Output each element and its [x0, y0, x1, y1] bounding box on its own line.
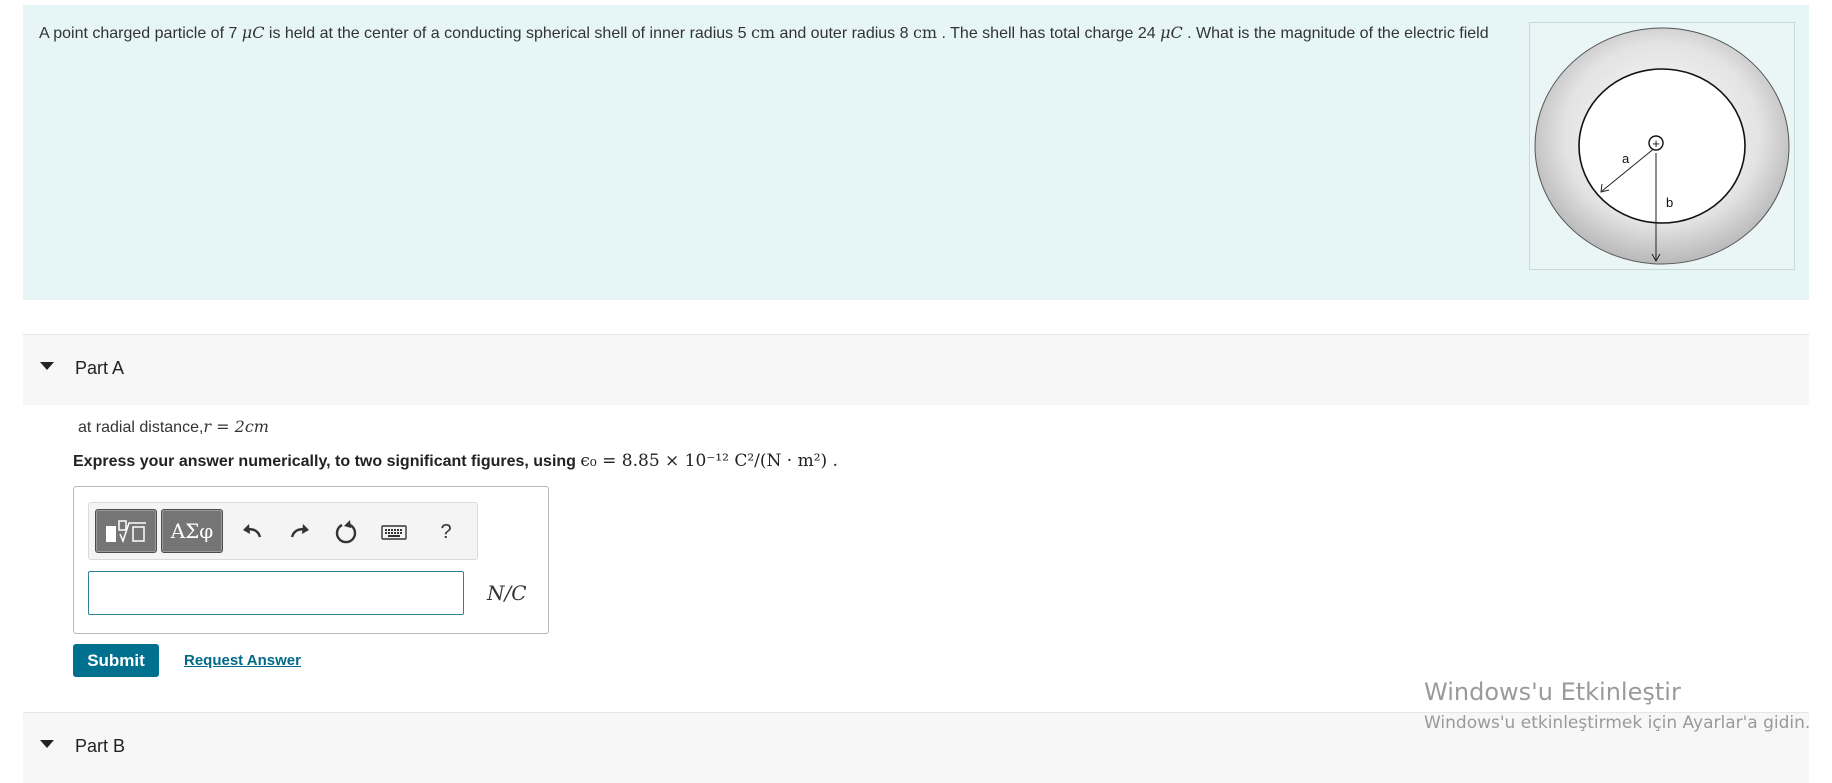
unit-cm: cm: [912, 23, 938, 42]
intro-text-2: is held at the center of a conducting sp…: [264, 25, 751, 42]
label-b: b: [1666, 195, 1673, 210]
part-a-header[interactable]: Part A: [23, 334, 1809, 405]
symbols-button[interactable]: ΑΣφ: [161, 509, 223, 553]
answer-unit: N/C: [487, 581, 527, 605]
intro-text-3: and outer radius 8: [775, 25, 913, 42]
problem-text: A point charged particle of 7 μC is held…: [39, 22, 1519, 44]
charge-plus-sign: +: [1652, 136, 1660, 151]
windows-activation-title: Windows'u Etkinleştir: [1424, 678, 1681, 706]
submit-button[interactable]: Submit: [73, 644, 159, 677]
collapse-caret-icon[interactable]: [40, 740, 54, 748]
epsilon-constant: ϵ₀ = 8.85 × 10⁻¹² C²/(N · m²) .: [580, 451, 838, 471]
instruction-text: Express your answer numerically, to two …: [73, 453, 581, 470]
keyboard-icon[interactable]: [379, 517, 409, 547]
answer-box: ΑΣφ ? N/C: [73, 486, 549, 634]
label-a: a: [1622, 151, 1630, 166]
unit-cm: cm: [750, 23, 776, 42]
help-icon[interactable]: ?: [431, 517, 461, 547]
part-b-title: Part B: [75, 736, 126, 756]
spherical-shell-diagram: + a b: [1534, 27, 1790, 265]
collapse-caret-icon[interactable]: [40, 362, 54, 370]
prompt-text: at radial distance,: [78, 419, 204, 436]
windows-activation-subtitle: Windows'u etkinleştirmek için Ayarlar'a …: [1424, 713, 1811, 733]
redo-icon[interactable]: [285, 517, 315, 547]
unit-microcoulomb: μC: [1160, 23, 1183, 42]
math-toolbar: ΑΣφ ?: [88, 502, 478, 560]
part-a-prompt: at radial distance,r = 2cm: [78, 417, 269, 437]
templates-icon: [106, 520, 146, 544]
spherical-shell-figure: + a b: [1529, 22, 1795, 270]
intro-text-4: . The shell has total charge 24: [937, 25, 1161, 42]
templates-button[interactable]: [95, 509, 157, 553]
part-a-title: Part A: [75, 358, 125, 378]
problem-intro: A point charged particle of 7 μC is held…: [23, 5, 1809, 300]
prompt-math: r = 2cm: [203, 417, 269, 436]
request-answer-link[interactable]: Request Answer: [184, 652, 301, 669]
intro-text-1: A point charged particle of 7: [39, 25, 242, 42]
intro-text-5: . What is the magnitude of the electric …: [1182, 25, 1489, 42]
answer-input[interactable]: [88, 571, 464, 615]
part-a-instruction: Express your answer numerically, to two …: [73, 451, 838, 471]
unit-microcoulomb: μC: [241, 23, 265, 42]
reset-icon[interactable]: [331, 517, 361, 547]
undo-icon[interactable]: [237, 517, 267, 547]
